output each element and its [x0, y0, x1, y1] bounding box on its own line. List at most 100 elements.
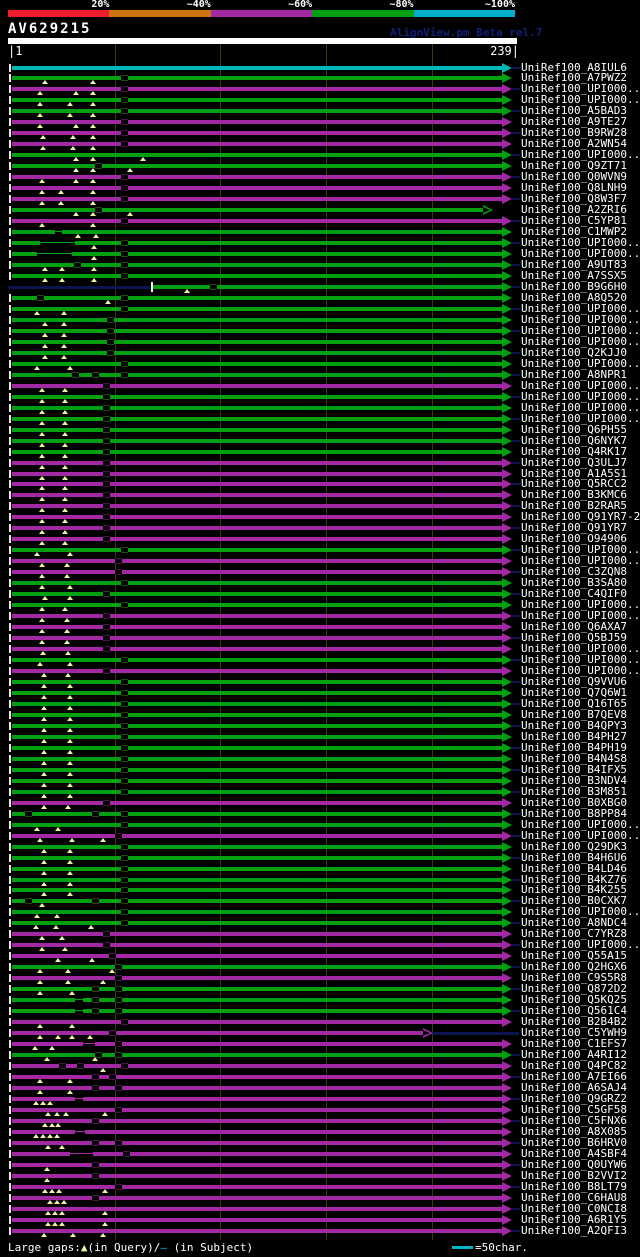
- subject-gap-icon: [121, 547, 128, 553]
- gaps-legend-query: (in Query)/: [87, 1241, 161, 1254]
- query-start-tick: [9, 96, 11, 104]
- scale-segment: [413, 10, 515, 17]
- alignment-arrow-icon: [502, 853, 512, 863]
- subject-gap-icon: [121, 108, 128, 114]
- alignment-row[interactable]: UniRef100_A2QFI3: [0, 1225, 640, 1237]
- alignment-arrow-icon: [502, 798, 512, 808]
- subject-extension-line: [512, 944, 520, 946]
- subject-gap-icon: [103, 668, 110, 674]
- alignment-arrow-icon: [502, 1182, 512, 1192]
- query-start-tick: [9, 184, 11, 192]
- query-start-tick: [9, 74, 11, 82]
- alignment-bar: [12, 1174, 502, 1178]
- subject-gap-icon: [103, 492, 110, 498]
- alignment-bar: [12, 208, 483, 212]
- subject-gap-icon: [107, 328, 114, 334]
- alignment-arrow-icon: [502, 842, 512, 852]
- alignment-bar: [12, 965, 502, 969]
- gaps-legend: Large gaps:▲(in Query)/– (in Subject): [8, 1242, 253, 1254]
- alignment-arrow-icon: [502, 490, 512, 500]
- subject-gap-icon: [74, 262, 81, 268]
- query-start-tick: [9, 1139, 11, 1147]
- scale-label: ~60%: [288, 0, 313, 10]
- subject-gap-icon: [210, 284, 217, 290]
- subject-gap-icon: [121, 361, 128, 367]
- subject-extension-line: [512, 966, 520, 968]
- subject-gap-icon: [121, 898, 128, 904]
- alignment-bar: [12, 581, 502, 585]
- subject-extension-line: [512, 418, 520, 420]
- alignment-arrow-icon: [502, 1204, 512, 1214]
- alignment-bar: [12, 603, 502, 607]
- alignment-bar: [12, 658, 502, 662]
- alignment-bar: [12, 131, 502, 135]
- subject-gap-icon: [25, 898, 32, 904]
- alignment-arrow-icon: [502, 337, 512, 347]
- subject-extension-line: [512, 67, 520, 69]
- subject-gap-icon: [121, 723, 128, 729]
- query-start-tick: [9, 908, 11, 916]
- alignment-bar: [12, 834, 502, 838]
- subject-gap-icon: [59, 1063, 66, 1069]
- subject-extension-line: [512, 703, 520, 705]
- subject-gap-icon: [115, 997, 122, 1003]
- alignment-arrow-icon: [502, 765, 512, 775]
- alignment-bar: [12, 417, 502, 421]
- subject-extension-line: [512, 396, 520, 398]
- alignment-bar: [12, 570, 502, 574]
- alignment-bar: [12, 164, 502, 168]
- query-start-tick: [9, 963, 11, 971]
- subject-gap-icon: [103, 536, 110, 542]
- subject-extension-line: [512, 264, 520, 266]
- alignment-bar: [12, 1075, 502, 1079]
- query-start-tick: [9, 1216, 11, 1224]
- subject-gap-icon: [103, 525, 110, 531]
- subject-gap-icon: [115, 569, 122, 575]
- alignment-bar: [12, 724, 502, 728]
- alignment-bar: [12, 1163, 502, 1167]
- alignment-arrow-icon: [502, 754, 512, 764]
- alignment-arrow-icon: [502, 787, 512, 797]
- alignment-bar: [12, 757, 502, 761]
- alignment-arrow-icon: [502, 348, 512, 358]
- gaps-legend-subject: (in Subject): [166, 1241, 254, 1254]
- subject-extension-line: [512, 1186, 520, 1188]
- subject-gap-icon: [95, 207, 102, 213]
- query-start-tick: [9, 985, 11, 993]
- subject-gap-icon: [121, 767, 128, 773]
- subject-gap-icon: [121, 866, 128, 872]
- subject-gap-icon: [72, 372, 79, 378]
- subject-gap-icon: [115, 1085, 122, 1091]
- alignment-arrow-icon: [502, 929, 512, 939]
- alignment-arrow-icon: [502, 1039, 512, 1049]
- alignment-bar: [12, 976, 502, 980]
- subject-gap-line: [75, 1098, 83, 1099]
- alignment-bar: [12, 384, 502, 388]
- subject-gap-icon: [103, 405, 110, 411]
- subject-extension-line: [512, 769, 520, 771]
- alignment-arrow-icon: [502, 1017, 512, 1027]
- query-start-tick: [9, 700, 11, 708]
- alignment-arrow-icon: [502, 326, 512, 336]
- subject-gap-icon: [103, 800, 110, 806]
- query-start-tick: [9, 546, 11, 554]
- alignment-bar: [12, 87, 502, 91]
- query-start-tick: [9, 974, 11, 982]
- subject-extension-line: [512, 857, 520, 859]
- subject-gap-icon: [92, 1074, 99, 1080]
- alignment-bar: [12, 1130, 502, 1134]
- query-start-tick: [9, 876, 11, 884]
- query-start-tick: [9, 645, 11, 653]
- query-start-tick: [9, 85, 11, 93]
- query-start-tick: [9, 766, 11, 774]
- subject-gap-icon: [95, 163, 102, 169]
- subject-gap-icon: [109, 1030, 116, 1036]
- alignment-bar: [12, 197, 502, 201]
- hit-label[interactable]: UniRef100_A2QFI3: [521, 1225, 627, 1236]
- subject-gap-icon: [103, 503, 110, 509]
- alignment-arrow-icon: [502, 1149, 512, 1159]
- alignment-arrow-icon: [502, 436, 512, 446]
- query-start-tick: [9, 327, 11, 335]
- query-start-tick: [9, 239, 11, 247]
- alignment-arrow-icon: [502, 973, 512, 983]
